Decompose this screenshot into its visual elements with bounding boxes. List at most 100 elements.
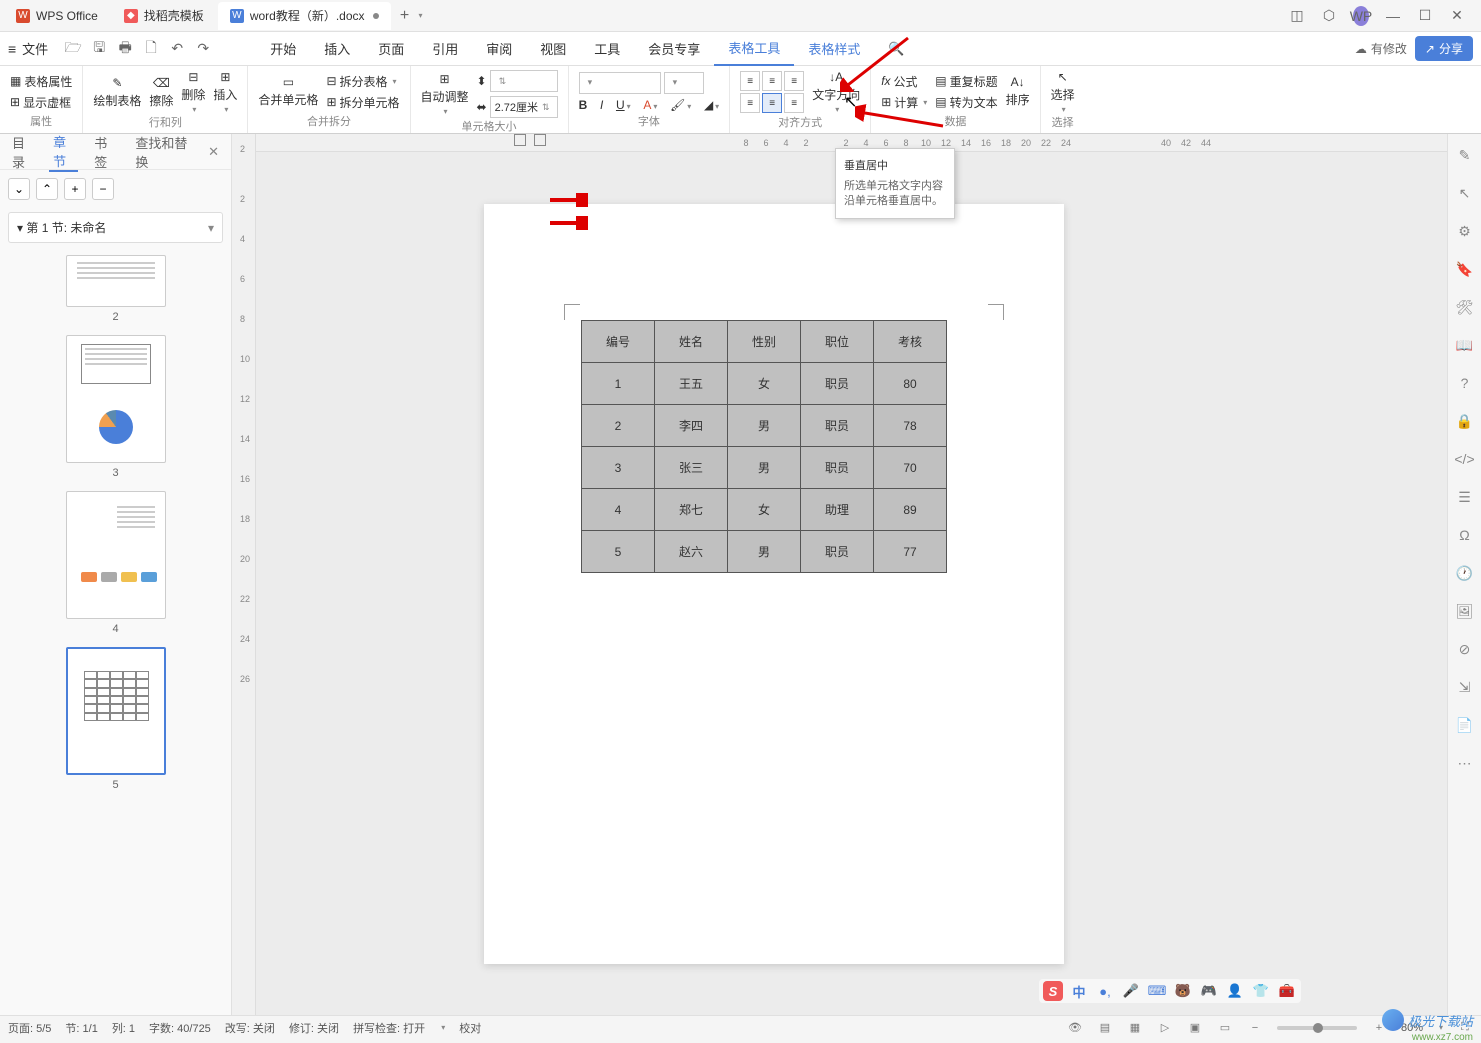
book-icon[interactable]: 📖 [1456,336,1474,354]
menu-review[interactable]: 审阅 [472,32,526,66]
close-panel-icon[interactable]: ✕ [204,144,223,160]
image-icon[interactable]: 🖼 [1456,602,1474,620]
document-area[interactable]: 86 42 2 46 810 1214 1618 2022 24 404244 … [256,134,1447,1015]
align-top-left[interactable]: ≡ [740,71,760,91]
table-header[interactable]: 编号 [582,321,655,363]
font-color-button[interactable]: A▾ [643,98,657,112]
align-middle-right[interactable]: ≡ [784,93,804,113]
menu-icon[interactable]: ≡ [8,41,16,57]
merge-cells-button[interactable]: ▭合并单元格 [258,75,318,108]
zoom-slider[interactable] [1277,1026,1357,1030]
auto-adjust-button[interactable]: ⊞自动调整▾ [421,72,469,116]
tab-templates[interactable]: ◆ 找稻壳模板 [112,2,216,30]
menu-tools[interactable]: 工具 [580,32,634,66]
menu-insert[interactable]: 插入 [310,32,364,66]
omega-icon[interactable]: Ω [1456,526,1474,544]
status-words[interactable]: 字数: 40/725 [149,1020,211,1036]
split-cells-button[interactable]: ⊞ 拆分单元格 [326,94,399,111]
draw-table-button[interactable]: ✎绘制表格 [93,76,141,109]
document-table[interactable]: 编号 姓名 性别 职位 考核 1王五女职员80 2李四男职员78 3张三男职员7… [581,320,947,573]
table-cell[interactable]: 张三 [655,447,728,489]
table-cell[interactable]: 89 [874,489,947,531]
menu-view[interactable]: 视图 [526,32,580,66]
bold-button[interactable]: B [579,98,588,112]
minimize-button[interactable]: — [1385,8,1401,24]
delete-button[interactable]: ⊟删除▾ [181,70,205,114]
menu-table-tools[interactable]: 表格工具 [714,32,794,66]
table-header[interactable]: 姓名 [655,321,728,363]
table-cell[interactable]: 5 [582,531,655,573]
table-header[interactable]: 性别 [728,321,801,363]
erase-button[interactable]: ⌫擦除 [149,76,173,109]
table-cell[interactable]: 3 [582,447,655,489]
thumb-page-5[interactable] [66,647,166,775]
repeat-header-button[interactable]: ▤ 重复标题 [935,73,997,90]
tab-dropdown[interactable]: ▾ [419,11,423,20]
eye-icon[interactable]: 👁 [1067,1021,1083,1034]
open-icon[interactable]: 🗁 [64,40,82,58]
status-track[interactable]: 修订: 关闭 [289,1020,339,1036]
align-top-center[interactable]: ≡ [762,71,782,91]
font-name-select[interactable]: ▾ [579,72,661,94]
cube-icon[interactable]: ⬡ [1321,7,1337,24]
status-section[interactable]: 节: 1/1 [65,1020,97,1036]
table-cell[interactable]: 78 [874,405,947,447]
tools-icon[interactable]: 🛠 [1456,298,1474,316]
ime-lang-icon[interactable]: 中 [1069,981,1089,1001]
share-button[interactable]: ↗ 分享 [1415,36,1473,61]
collapse-down-button[interactable]: ⌄ [8,178,30,200]
tab-current-doc[interactable]: W word教程（新）.docx [218,2,391,30]
modify-badge[interactable]: ☁ 有修改 [1355,40,1407,57]
save-icon[interactable]: 🖫 [90,40,108,58]
table-cell[interactable]: 80 [874,363,947,405]
add-section-button[interactable]: + [64,178,86,200]
thumb-page-4[interactable] [66,491,166,619]
thumb-page-3[interactable] [66,335,166,463]
menu-reference[interactable]: 引用 [418,32,472,66]
table-cell[interactable]: 77 [874,531,947,573]
select-icon[interactable]: ↖ [1456,184,1474,202]
ime-gamepad-icon[interactable]: 🎮 [1199,981,1219,1001]
nav-tab-bookmarks[interactable]: 书签 [90,133,119,171]
document-page[interactable] [484,204,1064,964]
ime-skin-icon[interactable]: 👕 [1251,981,1271,1001]
select-button[interactable]: ↖选择▾ [1051,70,1075,114]
collapse-up-button[interactable]: ⌃ [36,178,58,200]
web-layout-icon[interactable]: ▦ [1127,1021,1143,1034]
table-properties-button[interactable]: ▦ 表格属性 [10,73,72,90]
nav-tab-chapters[interactable]: 章节 [49,132,78,172]
more-icon[interactable]: ⋯ [1456,754,1474,772]
section-item[interactable]: ▾ 第 1 节: 未命名 ▾ [8,212,223,243]
table-cell[interactable]: 赵六 [655,531,728,573]
bookmark-icon[interactable]: 🔖 [1456,260,1474,278]
table-cell[interactable]: 2 [582,405,655,447]
thumb-page-2[interactable] [66,255,166,307]
clock-icon[interactable]: 🕐 [1456,564,1474,582]
print-preview-icon[interactable]: 🗋 [142,40,160,58]
underline-button[interactable]: U▾ [616,98,631,112]
menu-page[interactable]: 页面 [364,32,418,66]
ime-keyboard-icon[interactable]: ⌨ [1147,981,1167,1001]
print-icon[interactable]: 🖶 [116,40,134,58]
font-size-select[interactable]: ▾ [664,72,704,94]
cancel-icon[interactable]: ⊘ [1456,640,1474,658]
status-page[interactable]: 页面: 5/5 [8,1020,51,1036]
table-cell[interactable]: 李四 [655,405,728,447]
file-menu[interactable]: 文件 [22,39,48,58]
table-cell[interactable]: 男 [728,447,801,489]
lock-icon[interactable]: 🔒 [1456,412,1474,430]
pencil-icon[interactable]: ✎ [1456,146,1474,164]
table-cell[interactable]: 郑七 [655,489,728,531]
table-cell[interactable]: 职员 [801,363,874,405]
ime-punct-icon[interactable]: ●, [1095,981,1115,1001]
remove-section-button[interactable]: − [92,178,114,200]
table-cell[interactable]: 男 [728,531,801,573]
nav-tab-toc[interactable]: 目录 [8,133,37,171]
width-input[interactable]: 2.72厘米⇅ [490,96,558,118]
table-cell[interactable]: 王五 [655,363,728,405]
status-column[interactable]: 列: 1 [112,1020,135,1036]
undo-icon[interactable]: ↶ [168,40,186,58]
align-middle-center[interactable]: ≡ [762,93,782,113]
table-cell[interactable]: 男 [728,405,801,447]
table-cell[interactable]: 女 [728,489,801,531]
